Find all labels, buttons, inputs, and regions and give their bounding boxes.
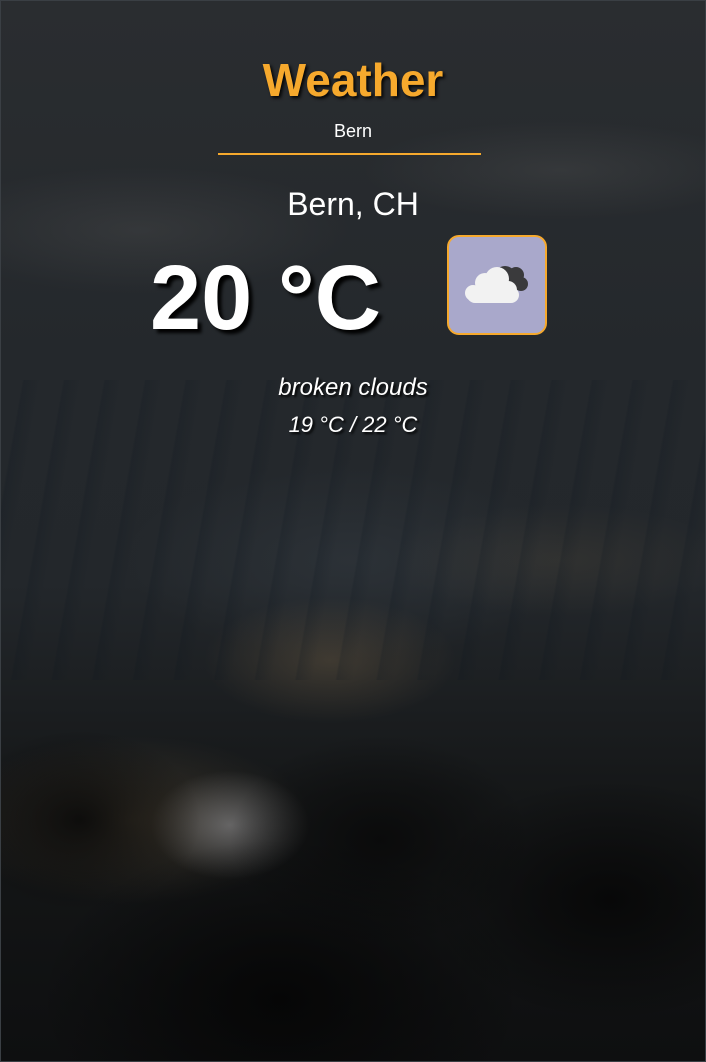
broken-clouds-icon bbox=[465, 266, 528, 303]
temperature-range: 19 °C / 22 °C bbox=[288, 412, 418, 437]
city-subtitle: Bern bbox=[333, 121, 373, 141]
title-divider bbox=[218, 153, 481, 155]
location-label: Bern, CH bbox=[287, 186, 419, 222]
app-title: Weather bbox=[262, 54, 444, 106]
window-frame bbox=[0, 0, 706, 1062]
current-temperature: 20 °C bbox=[150, 247, 382, 349]
weather-description: broken clouds bbox=[278, 374, 428, 401]
weather-icon-box bbox=[447, 235, 547, 335]
